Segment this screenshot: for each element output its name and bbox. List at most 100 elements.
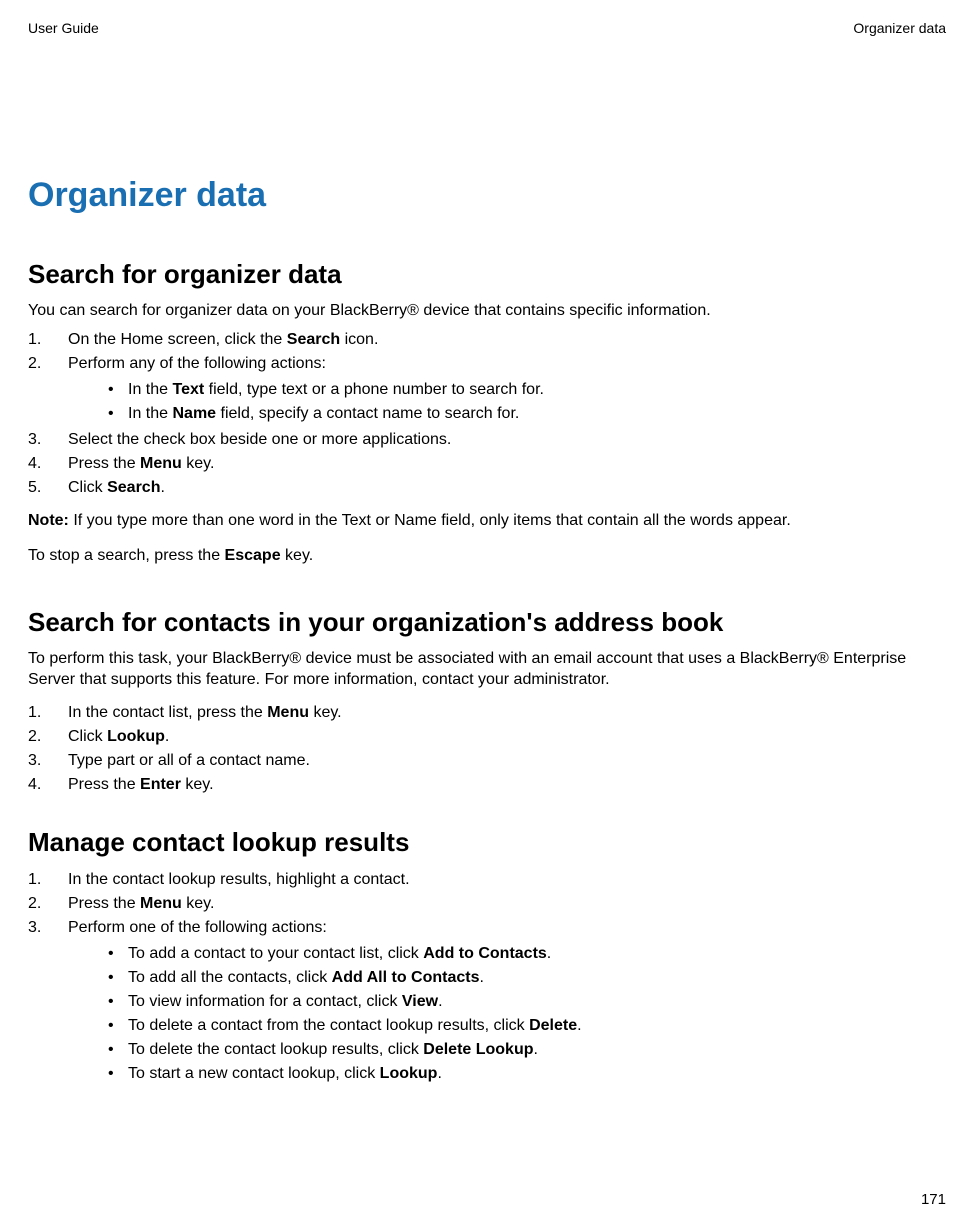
step-bold: Menu: [267, 704, 309, 721]
bullet-text: field, specify a contact name to search …: [216, 405, 519, 422]
text-bold: Escape: [225, 547, 281, 564]
stop-search-text: To stop a search, press the Escape key.: [28, 545, 946, 567]
step-bold: Enter: [140, 776, 181, 793]
bullet-text: To start a new contact lookup, click: [128, 1065, 380, 1082]
sub-bullets: In the Text field, type text or a phone …: [68, 378, 946, 426]
bullet-bold: Text: [172, 381, 204, 398]
bullet-text: .: [534, 1041, 538, 1058]
step-text: key.: [181, 776, 214, 793]
list-item: 3. Select the check box beside one or mo…: [28, 428, 946, 452]
note-body: If you type more than one word in the Te…: [69, 512, 791, 529]
heading-search-contacts: Search for contacts in your organization…: [28, 607, 946, 638]
bullet-text: To delete a contact from the contact loo…: [128, 1017, 529, 1034]
step-text: key.: [182, 455, 215, 472]
list-item: To delete a contact from the contact loo…: [68, 1014, 946, 1038]
intro-search-contacts: To perform this task, your BlackBerry® d…: [28, 648, 946, 691]
list-item: 1. In the contact lookup results, highli…: [28, 868, 946, 892]
step-number: 1.: [28, 701, 56, 725]
step-text: Perform any of the following actions:: [68, 355, 326, 372]
list-item: 3. Type part or all of a contact name.: [28, 749, 946, 773]
list-item: To delete the contact lookup results, cl…: [68, 1038, 946, 1062]
bullet-text: To add a contact to your contact list, c…: [128, 945, 423, 962]
list-item: 4. Press the Enter key.: [28, 773, 946, 797]
bullet-bold: Delete: [529, 1017, 577, 1034]
step-number: 2.: [28, 892, 56, 916]
step-bold: Menu: [140, 895, 182, 912]
step-text: Click: [68, 728, 107, 745]
step-bold: Search: [287, 331, 340, 348]
page-number: 171: [921, 1191, 946, 1208]
step-number: 1.: [28, 328, 56, 352]
bullet-text: In the: [128, 405, 172, 422]
header-left: User Guide: [28, 20, 99, 36]
step-text: Press the: [68, 895, 140, 912]
bullet-bold: Delete Lookup: [423, 1041, 533, 1058]
text: key.: [281, 547, 314, 564]
step-text: Select the check box beside one or more …: [68, 431, 451, 448]
heading-search-organizer: Search for organizer data: [28, 259, 946, 290]
page-header: User Guide Organizer data: [28, 20, 946, 36]
step-number: 3.: [28, 428, 56, 452]
step-text: Type part or all of a contact name.: [68, 752, 310, 769]
step-text: In the contact lookup results, highlight…: [68, 871, 410, 888]
bullet-text: To delete the contact lookup results, cl…: [128, 1041, 423, 1058]
step-text: In the contact list, press the: [68, 704, 267, 721]
bullet-text: .: [438, 993, 442, 1010]
list-item: To view information for a contact, click…: [68, 990, 946, 1014]
step-number: 2.: [28, 725, 56, 749]
step-bold: Menu: [140, 455, 182, 472]
step-number: 2.: [28, 352, 56, 376]
step-text: Press the: [68, 776, 140, 793]
step-text: On the Home screen, click the: [68, 331, 287, 348]
text: To stop a search, press the: [28, 547, 225, 564]
bullet-text: .: [480, 969, 484, 986]
steps-search-organizer: 1. On the Home screen, click the Search …: [28, 328, 946, 500]
bullet-text: field, type text or a phone number to se…: [204, 381, 544, 398]
list-item: 2. Perform any of the following actions:…: [28, 352, 946, 426]
bullet-text: To view information for a contact, click: [128, 993, 402, 1010]
bullet-text: .: [577, 1017, 581, 1034]
step-text: Click: [68, 479, 107, 496]
page-title: Organizer data: [28, 176, 946, 215]
bullet-bold: View: [402, 993, 438, 1010]
step-bold: Lookup: [107, 728, 165, 745]
sub-bullets-manage: To add a contact to your contact list, c…: [68, 942, 946, 1086]
steps-manage-results: 1. In the contact lookup results, highli…: [28, 868, 946, 1086]
list-item: 3. Perform one of the following actions:…: [28, 916, 946, 1086]
step-number: 3.: [28, 916, 56, 940]
step-number: 4.: [28, 773, 56, 797]
step-number: 1.: [28, 868, 56, 892]
step-text: key.: [182, 895, 215, 912]
step-number: 5.: [28, 476, 56, 500]
step-number: 3.: [28, 749, 56, 773]
step-text: key.: [309, 704, 342, 721]
step-text: icon.: [340, 331, 378, 348]
step-text: .: [165, 728, 169, 745]
bullet-text: In the: [128, 381, 172, 398]
bullet-bold: Name: [172, 405, 216, 422]
bullet-text: .: [547, 945, 551, 962]
bullet-text: To add all the contacts, click: [128, 969, 332, 986]
step-text: Press the: [68, 455, 140, 472]
list-item: 1. In the contact list, press the Menu k…: [28, 701, 946, 725]
note-search-organizer: Note: If you type more than one word in …: [28, 510, 946, 532]
list-item: In the Name field, specify a contact nam…: [68, 402, 946, 426]
bullet-bold: Add to Contacts: [423, 945, 547, 962]
steps-search-contacts: 1. In the contact list, press the Menu k…: [28, 701, 946, 797]
intro-search-organizer: You can search for organizer data on you…: [28, 300, 946, 322]
list-item: In the Text field, type text or a phone …: [68, 378, 946, 402]
heading-manage-results: Manage contact lookup results: [28, 827, 946, 858]
list-item: 4. Press the Menu key.: [28, 452, 946, 476]
step-number: 4.: [28, 452, 56, 476]
list-item: 5. Click Search.: [28, 476, 946, 500]
list-item: 2. Click Lookup.: [28, 725, 946, 749]
step-text: .: [160, 479, 164, 496]
note-label: Note:: [28, 512, 69, 529]
list-item: To add all the contacts, click Add All t…: [68, 966, 946, 990]
bullet-bold: Add All to Contacts: [332, 969, 480, 986]
list-item: To add a contact to your contact list, c…: [68, 942, 946, 966]
step-bold: Search: [107, 479, 160, 496]
bullet-text: .: [437, 1065, 441, 1082]
step-text: Perform one of the following actions:: [68, 919, 327, 936]
list-item: To start a new contact lookup, click Loo…: [68, 1062, 946, 1086]
